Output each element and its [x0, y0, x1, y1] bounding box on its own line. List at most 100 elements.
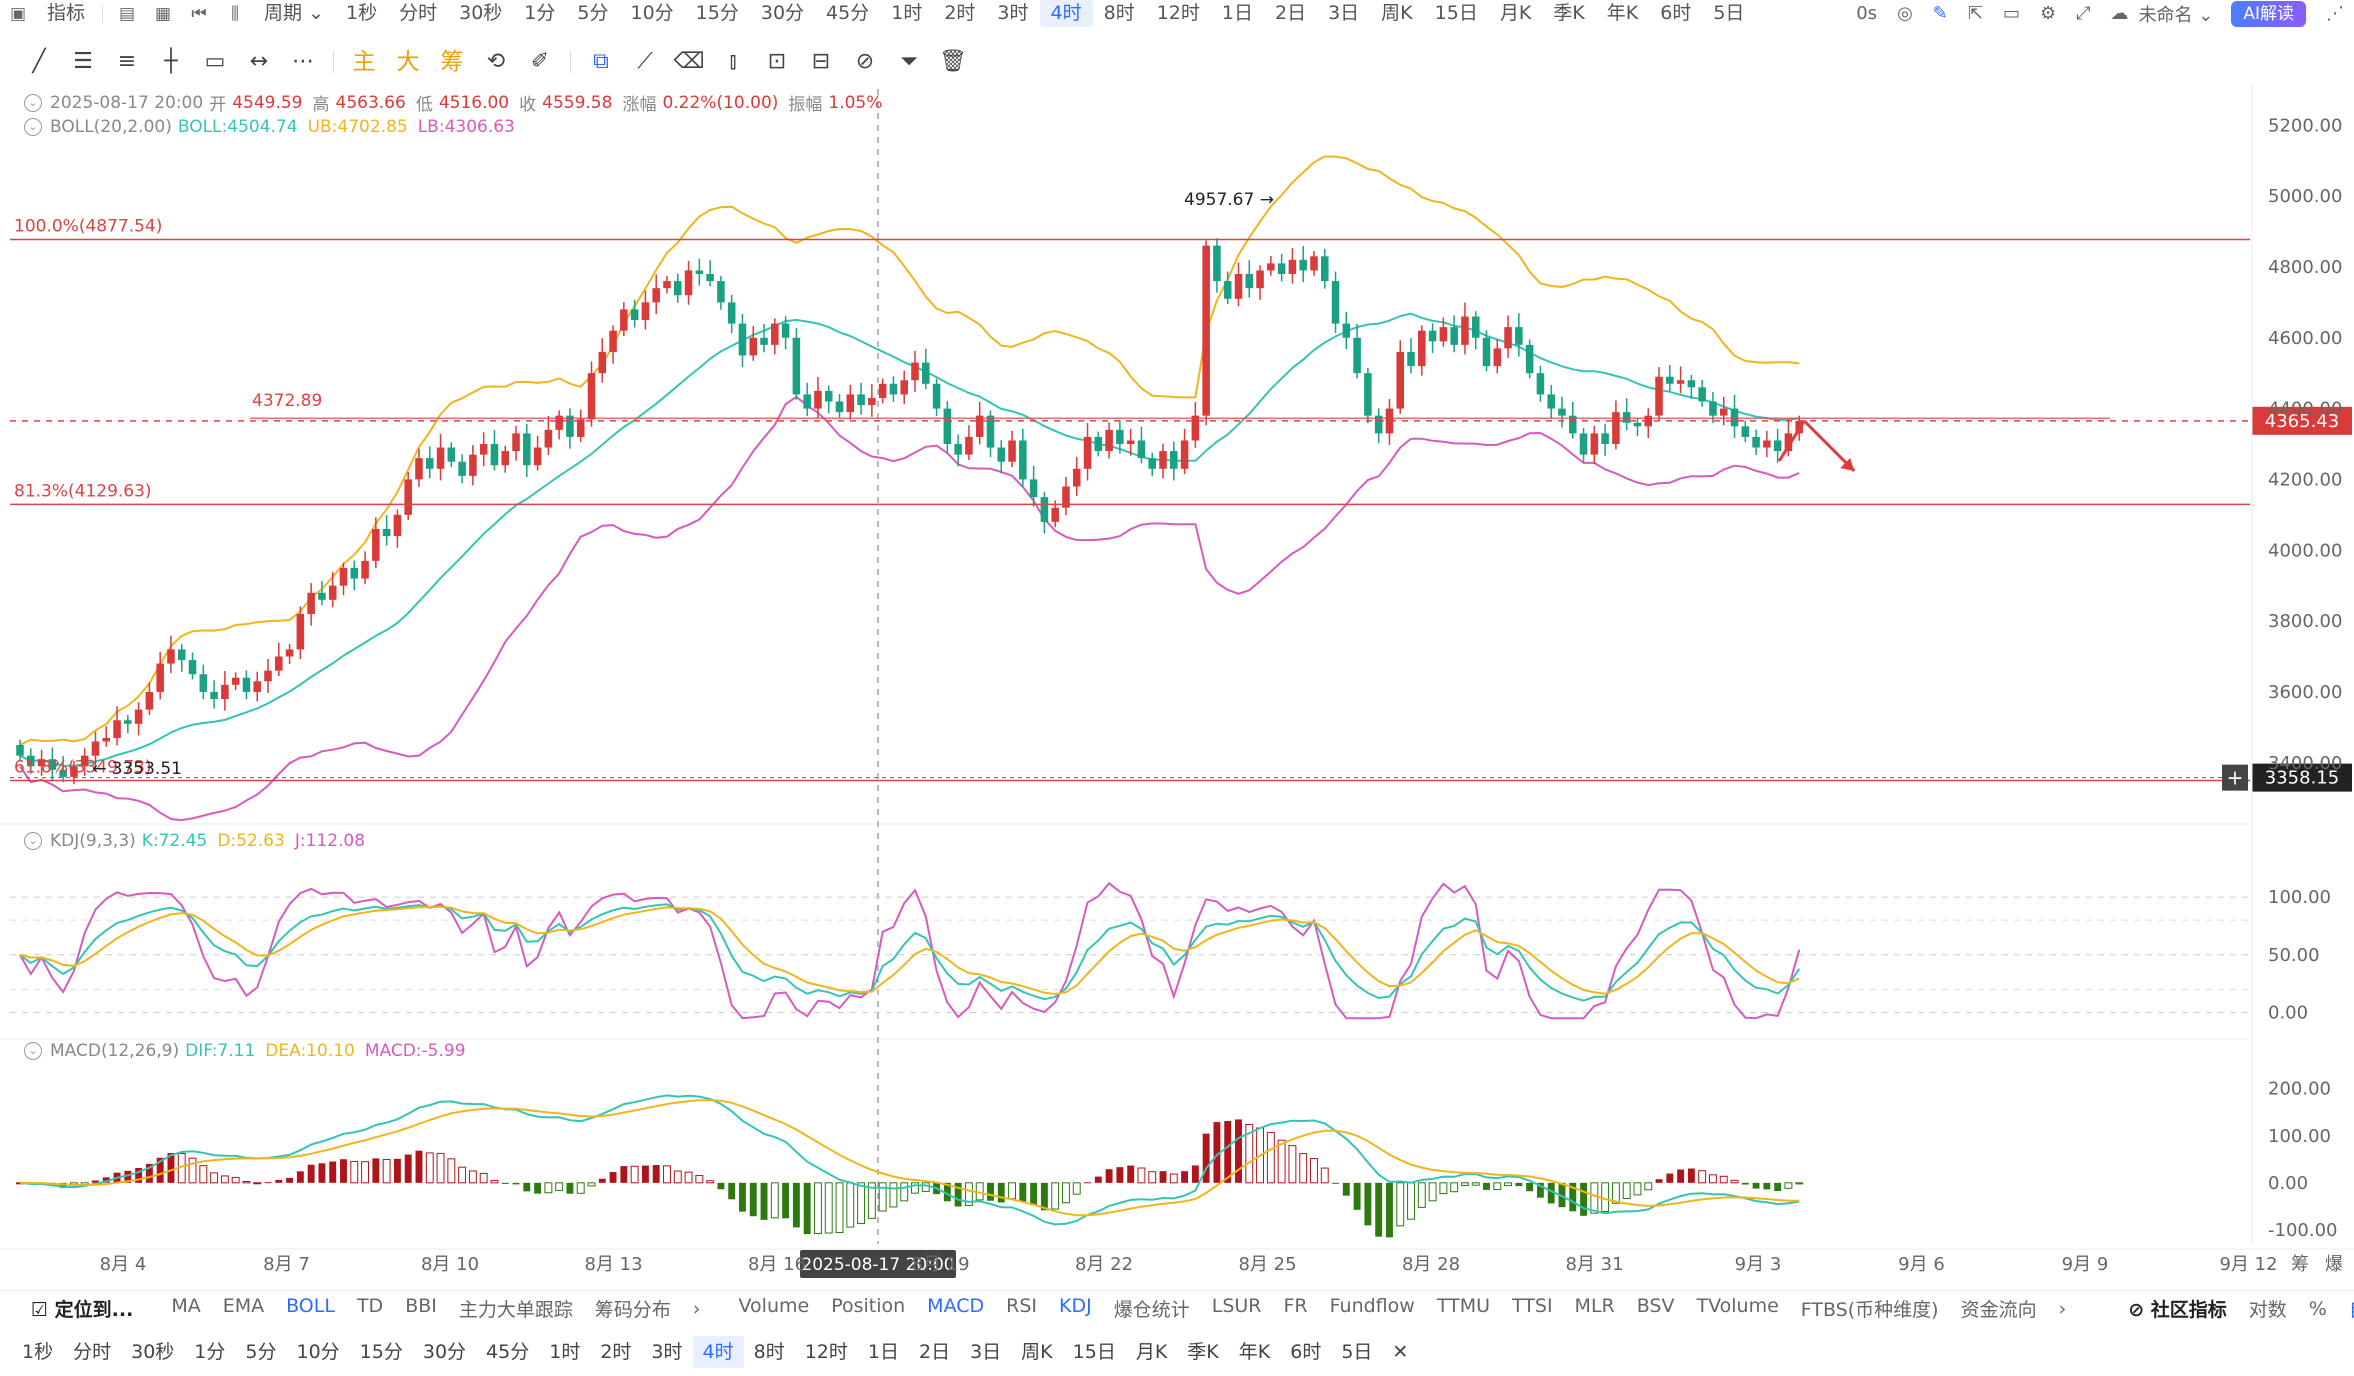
- sub-indicator-15[interactable]: 资金流向: [1950, 1295, 2048, 1322]
- rectangle-icon[interactable]: ▭: [198, 47, 232, 77]
- sub-indicator-2[interactable]: MACD: [916, 1295, 995, 1322]
- timeframe-16[interactable]: 2日: [1264, 0, 1317, 27]
- timeframe-0[interactable]: 1秒: [335, 0, 388, 27]
- main-indicator-3[interactable]: TD: [346, 1295, 394, 1322]
- main-indicator-2[interactable]: BOLL: [275, 1295, 346, 1322]
- screenshot-icon[interactable]: ▭: [2003, 3, 2020, 24]
- calendar-icon[interactable]: ▤: [116, 5, 138, 23]
- timeframe-23[interactable]: 6时: [1649, 0, 1702, 27]
- layout-name-dropdown[interactable]: 未命名 ⌄: [2139, 1, 2214, 27]
- timeframe-19[interactable]: 15日: [1063, 1336, 1126, 1368]
- timeframe-13[interactable]: 8时: [744, 1336, 795, 1368]
- pen-tool-icon[interactable]: ✐: [523, 47, 557, 77]
- ruler-icon[interactable]: ⟋: [628, 47, 662, 77]
- chart-icon[interactable]: ▣: [7, 5, 29, 23]
- timeframe-2[interactable]: 30秒: [448, 0, 513, 27]
- sub-indicator-0[interactable]: Volume: [728, 1295, 821, 1322]
- timeframe-2[interactable]: 30秒: [121, 1336, 184, 1368]
- sub-indicator-14[interactable]: FTBS(币种维度): [1790, 1295, 1950, 1322]
- timeframe-18[interactable]: 周K: [1011, 1336, 1062, 1368]
- timeframe-9[interactable]: 1时: [880, 0, 933, 27]
- timeframe-17[interactable]: 3日: [960, 1336, 1011, 1368]
- horizontal-lines-icon[interactable]: ≡: [110, 47, 144, 77]
- timeframe-5[interactable]: 10分: [619, 0, 684, 27]
- timeframe-3[interactable]: 1分: [184, 1336, 235, 1368]
- eraser-icon[interactable]: ⌫: [672, 47, 706, 77]
- sub-indicator-9[interactable]: TTMU: [1426, 1295, 1501, 1322]
- timeframe-6[interactable]: 15分: [350, 1336, 413, 1368]
- big-order-button[interactable]: 大: [391, 47, 425, 77]
- timeframe-7[interactable]: 30分: [750, 0, 815, 27]
- camera-icon[interactable]: ◎: [1897, 3, 1913, 24]
- timeframe-5[interactable]: 10分: [286, 1336, 349, 1368]
- more-tools-icon[interactable]: ⋯: [286, 47, 320, 77]
- measure-icon[interactable]: ↔: [242, 47, 276, 77]
- log-scale-button[interactable]: 对数: [2238, 1295, 2298, 1322]
- main-indicator-more-icon[interactable]: ›: [682, 1298, 712, 1320]
- layout-icon[interactable]: ▦: [152, 5, 174, 23]
- sub-indicator-1[interactable]: Position: [820, 1295, 916, 1322]
- period-dropdown[interactable]: 周期 ⌄: [253, 0, 335, 27]
- sub-indicator-10[interactable]: TTSI: [1501, 1295, 1564, 1322]
- timeframe-8[interactable]: 45分: [476, 1336, 539, 1368]
- timeframe-13[interactable]: 8时: [1093, 0, 1146, 27]
- timeframe-7[interactable]: 30分: [413, 1336, 476, 1368]
- candle-type-icon[interactable]: ⫼: [224, 5, 246, 23]
- sub-indicator-5[interactable]: 爆仓统计: [1103, 1295, 1201, 1322]
- trendline-icon[interactable]: ╱: [22, 47, 56, 77]
- trash-icon[interactable]: 🗑: [936, 47, 970, 77]
- timeframe-4[interactable]: 5分: [566, 0, 619, 27]
- sub-indicator-12[interactable]: BSV: [1626, 1295, 1686, 1322]
- percent-scale-button[interactable]: %: [2298, 1298, 2338, 1320]
- sub-indicator-13[interactable]: TVolume: [1686, 1295, 1790, 1322]
- kline-chart[interactable]: 100.0%(4877.54)81.3%(4129.63)61.8%(3349.…: [0, 84, 2354, 1284]
- timeframe-20[interactable]: 月K: [1126, 1336, 1177, 1368]
- timeframe-20[interactable]: 月K: [1489, 0, 1542, 27]
- timeframe-4[interactable]: 5分: [235, 1336, 286, 1368]
- community-indicator-button[interactable]: ⊘ 社区指标: [2117, 1295, 2238, 1322]
- main-indicator-0[interactable]: MA: [160, 1295, 211, 1322]
- share-icon[interactable]: ⋰: [2326, 3, 2344, 24]
- timeframe-24[interactable]: 5日: [1331, 1336, 1382, 1368]
- timeframe-10[interactable]: 2时: [933, 0, 986, 27]
- main-indicator-6[interactable]: 筹码分布: [584, 1295, 682, 1322]
- locate-button[interactable]: ☑ 定位到...: [20, 1295, 144, 1322]
- timeframe-15[interactable]: 1日: [858, 1336, 909, 1368]
- main-indicator-5[interactable]: 主力大单跟踪: [448, 1295, 584, 1322]
- timeframe-22[interactable]: 年K: [1596, 0, 1649, 27]
- timeframe-17[interactable]: 3日: [1317, 0, 1370, 27]
- timeframe-21[interactable]: 季K: [1177, 1336, 1228, 1368]
- timeframe-21[interactable]: 季K: [1542, 0, 1595, 27]
- timeframe-16[interactable]: 2日: [909, 1336, 960, 1368]
- link-icon[interactable]: ⊘: [848, 47, 882, 77]
- sub-indicator-more-icon[interactable]: ›: [2048, 1298, 2078, 1320]
- timeframe-9[interactable]: 1时: [539, 1336, 590, 1368]
- timeframe-12[interactable]: 4时: [1039, 0, 1093, 27]
- magnet-icon[interactable]: ⟲: [479, 47, 513, 77]
- timeframe-10[interactable]: 2时: [590, 1336, 641, 1368]
- sub-indicator-4[interactable]: KDJ: [1048, 1295, 1103, 1322]
- close-icon[interactable]: ✕: [1382, 1336, 1418, 1368]
- timeframe-22[interactable]: 年K: [1229, 1336, 1280, 1368]
- cloud-icon[interactable]: ☁: [2111, 3, 2129, 24]
- timeframe-6[interactable]: 15分: [685, 0, 750, 27]
- gear-icon[interactable]: ⚙: [2040, 3, 2056, 24]
- template-icon[interactable]: ⊟: [804, 47, 838, 77]
- sub-indicator-6[interactable]: LSUR: [1201, 1295, 1273, 1322]
- timeframe-12[interactable]: 4时: [692, 1336, 744, 1368]
- rewind-icon[interactable]: ⏮: [188, 5, 210, 23]
- sub-indicator-8[interactable]: Fundflow: [1319, 1295, 1426, 1322]
- sub-indicator-11[interactable]: MLR: [1564, 1295, 1626, 1322]
- parallel-channel-icon[interactable]: ☰: [66, 47, 100, 77]
- external-icon[interactable]: ⇱: [1968, 3, 1983, 24]
- timeframe-14[interactable]: 12时: [795, 1336, 858, 1368]
- timeframe-11[interactable]: 3时: [986, 0, 1039, 27]
- main-chart-button[interactable]: 主: [347, 47, 381, 77]
- timeframe-23[interactable]: 6时: [1280, 1336, 1331, 1368]
- timeframe-3[interactable]: 1分: [513, 0, 566, 27]
- timeframe-0[interactable]: 1秒: [12, 1336, 63, 1368]
- crosshair-line-icon[interactable]: ┼: [154, 47, 188, 77]
- timeframe-15[interactable]: 1日: [1211, 0, 1264, 27]
- lock-icon[interactable]: ⊡: [760, 47, 794, 77]
- timeframe-11[interactable]: 3时: [641, 1336, 692, 1368]
